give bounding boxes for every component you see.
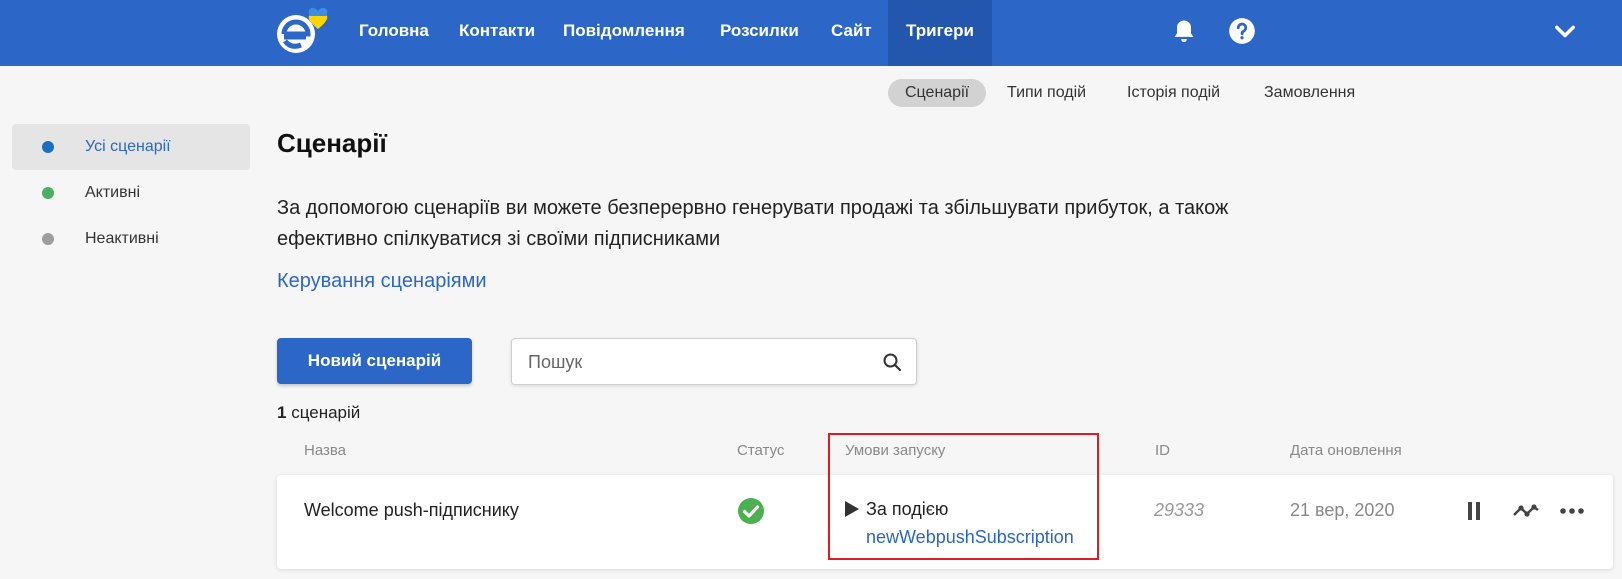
active-check-icon — [738, 498, 764, 524]
scenario-name[interactable]: Welcome push-підписнику — [304, 500, 519, 521]
column-header-updated[interactable]: Дата оновлення — [1290, 442, 1402, 459]
chevron-down-icon[interactable] — [1551, 18, 1579, 46]
status-dot-icon — [42, 233, 54, 245]
more-options-icon[interactable] — [1558, 497, 1586, 525]
scenario-count: 1 сценарій — [277, 403, 360, 423]
manage-scenarios-link[interactable]: Керування сценаріями — [277, 270, 487, 293]
subnav-scenarios[interactable]: Сценарії — [888, 79, 987, 107]
statistics-icon[interactable] — [1512, 497, 1540, 525]
sidebar-item-inactive[interactable]: Неактивні — [12, 216, 250, 262]
bell-icon[interactable] — [1170, 17, 1198, 45]
column-header-id[interactable]: ID — [1155, 442, 1170, 459]
nav-triggers[interactable]: Тригери — [888, 0, 992, 66]
sidebar-item-active[interactable]: Активні — [12, 170, 250, 216]
nav-home[interactable]: Головна — [341, 0, 447, 66]
scenario-updated-date: 21 вер, 2020 — [1290, 500, 1395, 520]
column-header-status[interactable]: Статус — [737, 442, 784, 459]
search-input[interactable] — [528, 347, 868, 377]
page-description: За допомогою сценаріїв ви можете безпере… — [277, 197, 1229, 250]
table-row[interactable]: Welcome push-підписнику За подією newWeb… — [277, 475, 1613, 569]
search-icon[interactable] — [882, 352, 902, 372]
subnav-event-types[interactable]: Типи подій — [990, 79, 1103, 107]
nav-site[interactable]: Сайт — [813, 0, 890, 66]
search-box — [511, 338, 917, 385]
status-dot-icon — [42, 141, 54, 153]
subnav-orders[interactable]: Замовлення — [1247, 79, 1372, 107]
sidebar-item-label: Неактивні — [85, 230, 159, 247]
top-navbar: Головна Контакти Повідомлення Розсилки С… — [0, 0, 1622, 66]
subnav-event-history[interactable]: Історія подій — [1110, 79, 1237, 107]
sidebar-item-label: Активні — [85, 184, 141, 201]
pause-icon[interactable] — [1460, 497, 1488, 525]
status-dot-icon — [42, 187, 54, 199]
nav-campaigns[interactable]: Розсилки — [702, 0, 817, 66]
sidebar-item-label: Усі сценарії — [85, 138, 171, 155]
trigger-label: За подією — [866, 499, 949, 519]
nav-messages[interactable]: Повідомлення — [545, 0, 703, 66]
page-title: Сценарії — [277, 128, 387, 158]
help-icon[interactable] — [1228, 17, 1256, 45]
sidebar-item-all[interactable]: Усі сценарії — [12, 124, 250, 170]
esputnik-logo-icon[interactable] — [274, 6, 340, 56]
play-triangle-icon — [845, 501, 859, 517]
trigger-event-link[interactable]: newWebpushSubscription — [866, 527, 1074, 548]
scenario-count-label: сценарій — [291, 403, 361, 422]
scenario-count-number: 1 — [277, 403, 287, 422]
new-scenario-button[interactable]: Новий сценарій — [277, 338, 472, 384]
column-header-trigger[interactable]: Умови запуску — [845, 442, 945, 459]
scenario-id: 29333 — [1154, 500, 1205, 520]
nav-contacts[interactable]: Контакти — [441, 0, 553, 66]
column-header-name[interactable]: Назва — [304, 442, 346, 459]
